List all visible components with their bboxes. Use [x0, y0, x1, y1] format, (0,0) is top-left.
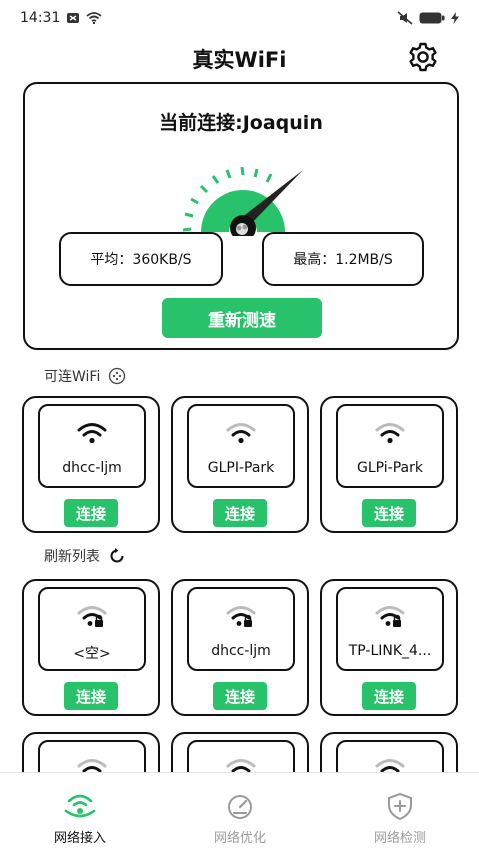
wifi-locked-icon: [375, 606, 405, 627]
wifi-signal-icon: [226, 423, 256, 444]
wifi-signal-icon: [375, 423, 405, 444]
wifi-status-icon: [86, 12, 102, 24]
wifi-locked-icon: [77, 606, 107, 627]
connect-button[interactable]: 连接: [362, 682, 416, 710]
wifi-locked-icon: [226, 606, 256, 627]
notification-icon: [67, 13, 79, 23]
wifi-signal-icon: [77, 423, 107, 444]
available-wifi-label: 可连WiFi: [44, 369, 101, 385]
nav-label: 网络优化: [213, 831, 266, 846]
nav-network-check[interactable]: 网络检测: [340, 773, 460, 856]
speed-test-card: 当前连接:Joaquin 平均：360KB/S 最高：1.2MB/S 重新测速: [23, 82, 459, 350]
shield-plus-icon: [388, 792, 412, 821]
wifi-name: GLPI-Park: [207, 460, 275, 476]
wifi-name: dhcc-ljm: [62, 460, 122, 476]
status-bar: 14:31: [0, 0, 479, 38]
battery-icon: [419, 12, 445, 24]
nav-network-optimize[interactable]: 网络优化: [180, 773, 300, 856]
nav-label: 网络接入: [53, 831, 106, 846]
bottom-nav: 网络接入 网络优化 网络检测: [0, 772, 479, 856]
refresh-icon[interactable]: [108, 547, 126, 565]
current-connection-title: 当前连接:Joaquin: [159, 112, 323, 134]
nav-label: 网络检测: [373, 831, 426, 846]
available-wifi-header: 可连WiFi: [44, 366, 126, 386]
max-speed-pill: 最高：1.2MB/S: [262, 232, 424, 286]
wifi-card: GLPI-Park 连接: [171, 396, 309, 533]
average-speed-pill: 平均：360KB/S: [59, 232, 223, 286]
wifi-card: GLPi-Park 连接: [320, 396, 458, 533]
connect-button[interactable]: 连接: [362, 499, 416, 527]
wifi-name: dhcc-ljm: [211, 643, 271, 659]
refresh-list-label: 刷新列表: [44, 549, 100, 565]
charging-icon: [451, 12, 459, 24]
status-time: 14:31: [20, 10, 61, 26]
wifi-name: GLPi-Park: [357, 460, 423, 476]
mute-icon: [397, 11, 413, 25]
wifi-router-icon: [64, 794, 96, 818]
connect-button[interactable]: 连接: [64, 682, 118, 710]
retest-speed-button[interactable]: 重新测速: [162, 298, 322, 338]
gear-icon: [409, 42, 437, 72]
max-speed-value: 最高：1.2MB/S: [293, 252, 393, 268]
speedometer-icon: [228, 795, 252, 819]
wifi-card: dhcc-ljm 连接: [22, 396, 160, 533]
wifi-name: TP-LINK_4...: [348, 643, 432, 659]
speedometer-gauge: [182, 166, 303, 236]
wifi-card: dhcc-ljm 连接: [171, 579, 309, 716]
wifi-card: TP-LINK_4... 连接: [320, 579, 458, 716]
connect-button[interactable]: 连接: [64, 499, 118, 527]
refresh-list-header[interactable]: 刷新列表: [44, 546, 126, 566]
nav-network-access[interactable]: 网络接入: [20, 773, 140, 856]
connect-button[interactable]: 连接: [213, 682, 267, 710]
average-speed-value: 平均：360KB/S: [90, 252, 192, 268]
connect-button[interactable]: 连接: [213, 499, 267, 527]
wifi-name: <空>: [73, 646, 111, 662]
scan-icon[interactable]: [108, 367, 126, 385]
settings-button[interactable]: [405, 40, 441, 74]
wifi-card: <空> 连接: [22, 579, 160, 716]
